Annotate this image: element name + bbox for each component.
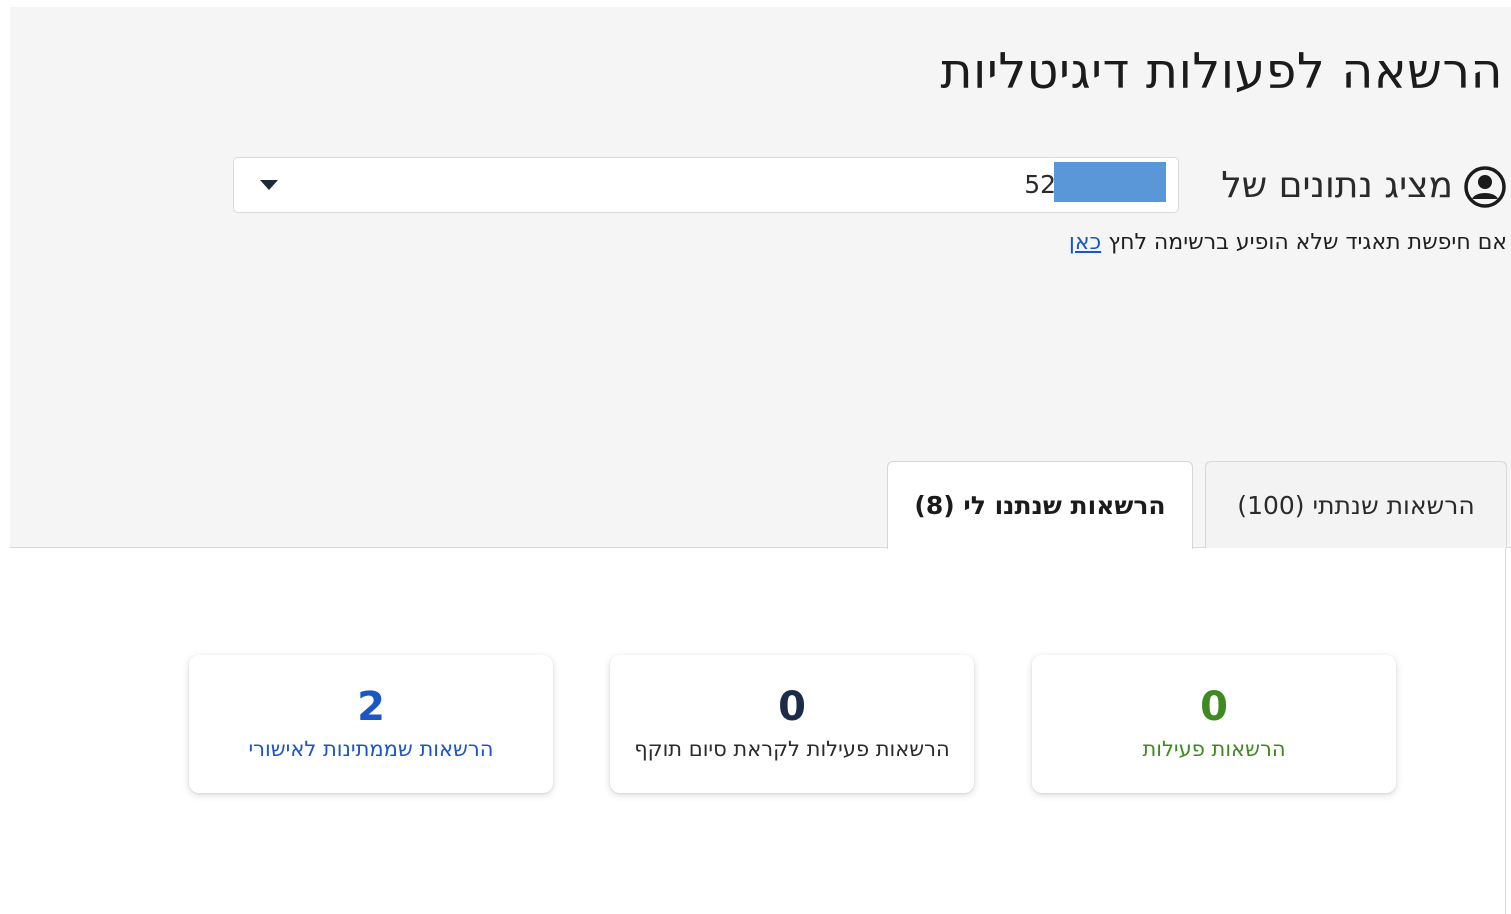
viewing-data-of-label: מציג נתונים של xyxy=(1221,165,1453,206)
tab-permissions-given-to-me[interactable]: הרשאות שנתנו לי (8) xyxy=(887,461,1193,549)
here-link[interactable]: כאן xyxy=(1069,230,1101,255)
header-area: הרשאה לפעולות דיגיטליות מציג נתונים של 5… xyxy=(10,7,1511,549)
expiring-permissions-count: 0 xyxy=(778,684,806,730)
active-permissions-label: הרשאות פעילות xyxy=(1142,737,1286,761)
expiring-permissions-label: הרשאות פעילות לקראת סיום תוקף xyxy=(634,737,950,761)
help-text: אם חיפשת תאגיד שלא הופיע ברשימה לחץ כאן xyxy=(1069,230,1507,255)
pending-permissions-label: הרשאות שממתינות לאישורי xyxy=(248,737,494,761)
content-border xyxy=(1505,548,1506,914)
dropdown-arrow-icon[interactable] xyxy=(260,180,278,190)
pending-permissions-card[interactable]: 2 הרשאות שממתינות לאישורי xyxy=(189,655,553,793)
page-title: הרשאה לפעולות דיגיטליות xyxy=(940,43,1503,100)
active-permissions-card[interactable]: 0 הרשאות פעילות xyxy=(1032,655,1396,793)
expiring-permissions-card[interactable]: 0 הרשאות פעילות לקראת סיום תוקף xyxy=(610,655,974,793)
page: הרשאה לפעולות דיגיטליות מציג נתונים של 5… xyxy=(0,0,1511,914)
active-permissions-count: 0 xyxy=(1200,684,1228,730)
tab-permissions-i-gave[interactable]: הרשאות שנתתי (100) xyxy=(1205,461,1507,548)
pending-permissions-count: 2 xyxy=(357,684,385,730)
redaction-block xyxy=(1054,162,1166,202)
account-select[interactable]: 52 xyxy=(233,157,1179,213)
user-circle-icon xyxy=(1464,166,1506,208)
account-select-value: 52 xyxy=(1024,170,1056,199)
help-text-body: אם חיפשת תאגיד שלא הופיע ברשימה לחץ xyxy=(1101,230,1507,255)
